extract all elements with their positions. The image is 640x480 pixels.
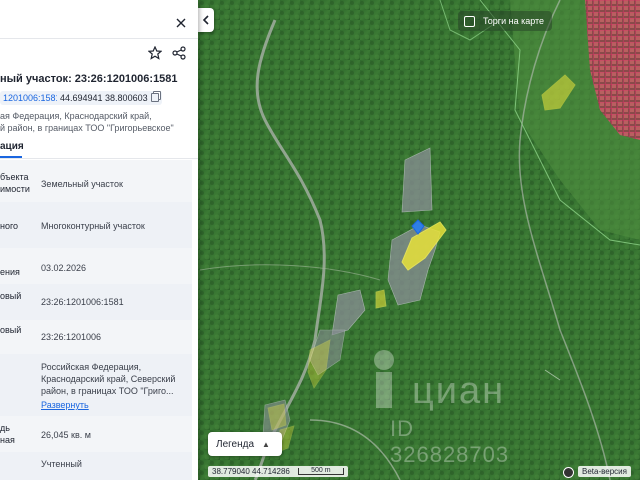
coordinates-value: 44.694941 38.800603 <box>60 93 148 103</box>
close-icon[interactable] <box>176 18 186 28</box>
share-icon[interactable] <box>172 46 186 60</box>
address-line: ая Федерация, Краснодарский край, <box>0 111 152 121</box>
coordinate-readout: 38.779040 44.714286 500 m <box>208 466 348 477</box>
row-label: ения <box>0 267 20 277</box>
cian-logo-icon <box>374 350 394 408</box>
legend-label: Легенда <box>216 438 255 450</box>
legend-button[interactable]: Легенда ▲ <box>208 432 282 456</box>
panel-title: ный участок: 23:26:1201006:1581 <box>0 73 178 85</box>
row-label: дь ная <box>0 423 15 445</box>
row-value: Многоконтурный участок <box>41 221 145 231</box>
scale-label: 500 m <box>311 467 331 474</box>
watermark-brand: циан <box>412 370 506 412</box>
torgi-toggle[interactable]: Торги на карте <box>458 11 553 31</box>
copy-icon[interactable] <box>150 93 159 102</box>
row-label: овый <box>0 291 22 301</box>
plot-info-panel: ный участок: 23:26:1201006:1581 1201006:… <box>0 0 198 480</box>
row-label: ного <box>0 221 19 231</box>
expand-link[interactable]: Развернуть <box>41 399 175 411</box>
torgi-checkbox[interactable] <box>464 15 475 27</box>
chevron-left-icon <box>202 15 209 25</box>
row-label: овый <box>0 325 22 335</box>
info-row-bg <box>0 452 192 480</box>
plot-outline[interactable] <box>375 289 387 309</box>
row-label: бъекта имости <box>0 172 30 194</box>
cadastral-number: 1201006:1581 <box>3 93 61 103</box>
scale-bar: 500 m <box>297 467 344 475</box>
address-text: ая Федерация, Краснодарский край, й райо… <box>0 110 174 134</box>
row-value: Учтенный <box>41 459 82 469</box>
chevron-up-icon: ▲ <box>262 439 270 449</box>
tab-information[interactable]: ация <box>0 141 24 152</box>
row-value: 23:26:1201006:1581 <box>41 297 124 307</box>
coords-text: 38.779040 44.714286 <box>212 467 290 476</box>
beta-label: Beta-версия <box>578 466 631 477</box>
row-value-address: Российская Федерация, Краснодарский край… <box>41 362 176 411</box>
row-value: Земельный участок <box>41 179 123 189</box>
row-value: 26,045 кв. м <box>41 430 91 440</box>
torgi-label: Торги на карте <box>483 16 545 26</box>
row-value: 03.02.2026 <box>41 263 87 273</box>
row-value: 23:26:1201006 <box>41 332 102 342</box>
star-icon[interactable] <box>148 46 162 60</box>
map-provider-icon <box>563 467 574 478</box>
divider <box>0 158 198 159</box>
divider <box>0 38 198 39</box>
watermark-id: ID 326828703 <box>390 416 510 467</box>
collapse-panel-button[interactable] <box>198 8 214 32</box>
address-line: й район, в границах ТОО "Григорьевское" <box>0 123 174 133</box>
coordinates-chip[interactable]: 44.694941 38.800603 <box>57 91 162 105</box>
